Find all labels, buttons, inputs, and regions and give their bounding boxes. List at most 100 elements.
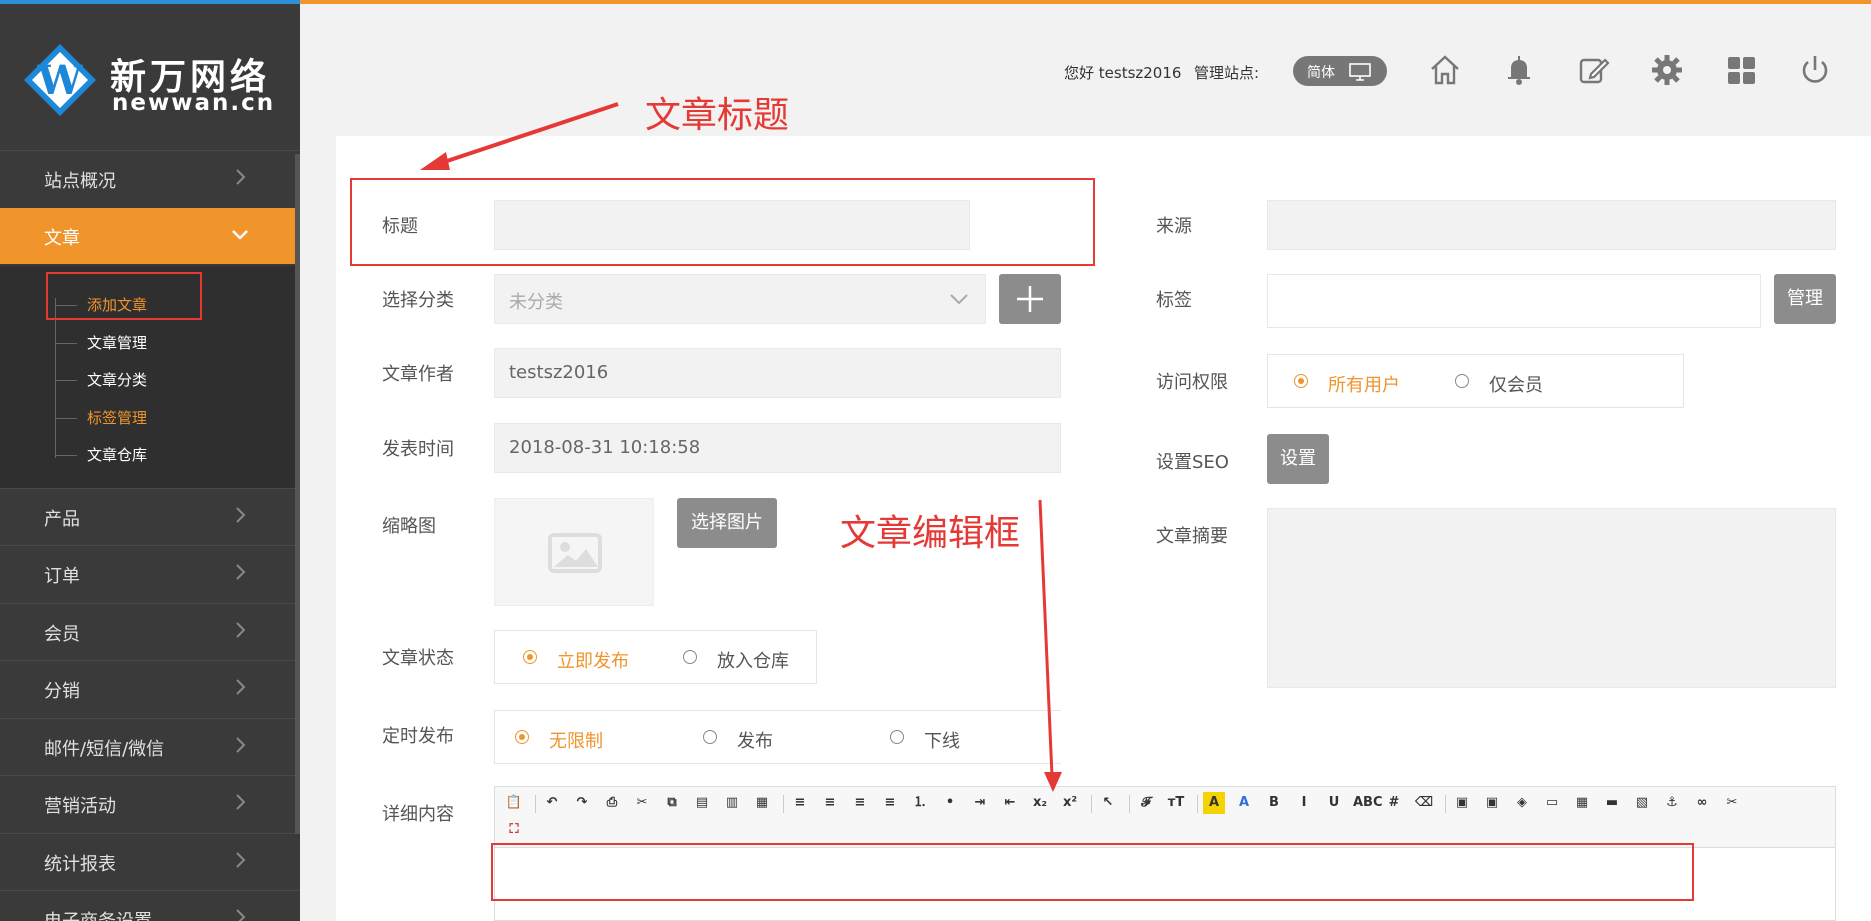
thumbnail-preview[interactable]	[494, 498, 654, 606]
sidebar-item-overview[interactable]: 站点概况	[0, 150, 300, 207]
submenu-label: 文章仓库	[87, 446, 148, 464]
submenu-label: 文章管理	[87, 334, 148, 352]
paste-word-icon[interactable]: ▥	[721, 792, 743, 814]
subscript-icon[interactable]: x₂	[1029, 792, 1051, 814]
sidebar-item-distribution[interactable]: 分销	[0, 660, 300, 717]
chevron-right-icon	[236, 622, 246, 638]
insert-table-icon[interactable]: ▦	[1571, 792, 1593, 814]
superscript-icon[interactable]: x²	[1059, 792, 1081, 814]
paste-icon[interactable]: 📋	[503, 792, 525, 814]
sidebar: W 新万网络 newwan.cn 站点概况 文章 添加文章 文章管理 文章分类 …	[0, 4, 300, 921]
gear-icon[interactable]	[1649, 52, 1685, 88]
author-input[interactable]: testsz2016	[494, 348, 1061, 398]
italic-icon[interactable]: I	[1293, 792, 1315, 814]
insert-image-icon[interactable]: ▣	[1451, 792, 1473, 814]
sidebar-item-products[interactable]: 产品	[0, 488, 300, 545]
chevron-right-icon	[236, 909, 246, 921]
redo-icon[interactable]: ↷	[571, 792, 593, 814]
undo-icon[interactable]: ↶	[541, 792, 563, 814]
summary-textarea[interactable]	[1267, 508, 1836, 688]
sidebar-item-messaging[interactable]: 邮件/短信/微信	[0, 718, 300, 775]
strikethrough-icon[interactable]: ABC	[1353, 792, 1383, 814]
sidebar-item-marketing[interactable]: 营销活动	[0, 775, 300, 832]
align-left-icon[interactable]: ≡	[789, 792, 811, 814]
toolbar-separator	[783, 795, 784, 813]
source-input[interactable]	[1267, 200, 1836, 250]
radio-dot	[683, 650, 697, 664]
seo-settings-button[interactable]: 设置	[1267, 434, 1329, 484]
insert-picture-icon[interactable]: ▧	[1631, 792, 1653, 814]
eraser-icon[interactable]: ⌫	[1413, 792, 1435, 814]
add-category-button[interactable]	[999, 274, 1061, 324]
submenu-article-warehouse[interactable]: 文章仓库	[55, 444, 147, 468]
paste-text-icon[interactable]: ▤	[691, 792, 713, 814]
format-icon[interactable]: #	[1383, 792, 1405, 814]
radio-label: 放入仓库	[717, 651, 789, 672]
align-center-icon[interactable]: ≡	[819, 792, 841, 814]
edit-icon[interactable]	[1575, 52, 1611, 88]
publish-time-input[interactable]: 2018-08-31 10:18:58	[494, 423, 1061, 473]
font-color-icon[interactable]: A	[1233, 792, 1255, 814]
paste-plain-icon[interactable]: ▦	[751, 792, 773, 814]
radio-label: 立即发布	[557, 651, 629, 672]
insert-flash-icon[interactable]: ◈	[1511, 792, 1533, 814]
copy-icon[interactable]: ⧉	[661, 792, 683, 814]
select-icon[interactable]: ↖	[1097, 792, 1119, 814]
radio-label: 下线	[924, 731, 960, 752]
underline-icon[interactable]: U	[1323, 792, 1345, 814]
submenu-article-manage[interactable]: 文章管理	[55, 332, 147, 356]
power-icon[interactable]	[1797, 52, 1833, 88]
language-switch[interactable]: 简体	[1293, 56, 1387, 86]
choose-image-button[interactable]: 选择图片	[677, 498, 777, 548]
font-size-icon[interactable]: тT	[1165, 792, 1187, 814]
header: 您好 testsz2016 管理站点: 简体	[300, 4, 1871, 134]
thumbnail-label: 缩略图	[382, 516, 436, 537]
insert-hr-icon[interactable]: ▬	[1601, 792, 1623, 814]
chevron-right-icon	[236, 794, 246, 810]
bullet-list-icon[interactable]: •	[939, 792, 961, 814]
manage-tags-button[interactable]: 管理	[1774, 274, 1836, 324]
radio-dot	[1294, 374, 1308, 388]
outdent-icon[interactable]: ⇤	[999, 792, 1021, 814]
radio-dot	[703, 730, 717, 744]
sidebar-item-articles[interactable]: 文章	[0, 208, 300, 264]
cut-icon[interactable]: ✂	[631, 792, 653, 814]
chevron-down-icon	[950, 294, 968, 305]
submenu-article-category[interactable]: 文章分类	[55, 369, 147, 393]
link-icon[interactable]: ∞	[1691, 792, 1713, 814]
sidebar-item-orders[interactable]: 订单	[0, 545, 300, 602]
print-icon[interactable]: ⎙	[601, 792, 623, 814]
align-right-icon[interactable]: ≡	[849, 792, 871, 814]
tags-input[interactable]	[1267, 274, 1761, 328]
annotation-box-editor	[491, 843, 1694, 901]
sidebar-item-label: 文章	[44, 228, 80, 249]
submenu-label: 文章分类	[87, 371, 148, 389]
grid-icon[interactable]	[1723, 52, 1759, 88]
sidebar-scrollbar[interactable]	[295, 154, 300, 834]
home-icon[interactable]	[1427, 52, 1463, 88]
ordered-list-icon[interactable]: ⒈	[909, 792, 931, 814]
indent-icon[interactable]: ⇥	[969, 792, 991, 814]
chevron-right-icon	[236, 507, 246, 523]
category-select[interactable]: 未分类	[494, 274, 986, 324]
anchor-icon[interactable]: ⚓	[1661, 792, 1683, 814]
sidebar-item-reports[interactable]: 统计报表	[0, 833, 300, 890]
unlink-icon[interactable]: ✂	[1721, 792, 1743, 814]
insert-media-icon[interactable]: ▣	[1481, 792, 1503, 814]
author-value: testsz2016	[509, 362, 609, 383]
submenu-tag-manage[interactable]: 标签管理	[55, 407, 147, 431]
insert-video-icon[interactable]: ▭	[1541, 792, 1563, 814]
toolbar-separator	[1129, 795, 1130, 813]
monitor-icon	[1349, 63, 1371, 81]
sidebar-item-members[interactable]: 会员	[0, 603, 300, 660]
sidebar-item-ecommerce[interactable]: 电子商务设置	[0, 890, 300, 921]
font-family-icon[interactable]: 𝓕	[1135, 792, 1157, 814]
bold-icon[interactable]: B	[1263, 792, 1285, 814]
brand-logo[interactable]: W 新万网络 newwan.cn	[22, 42, 282, 122]
bell-icon[interactable]	[1501, 52, 1537, 88]
justify-icon[interactable]: ≡	[879, 792, 901, 814]
status-label: 文章状态	[382, 648, 454, 669]
highlight-icon[interactable]: A	[1203, 792, 1225, 814]
publish-time-value: 2018-08-31 10:18:58	[509, 437, 701, 458]
fullscreen-icon[interactable]: ⛶	[503, 819, 525, 841]
